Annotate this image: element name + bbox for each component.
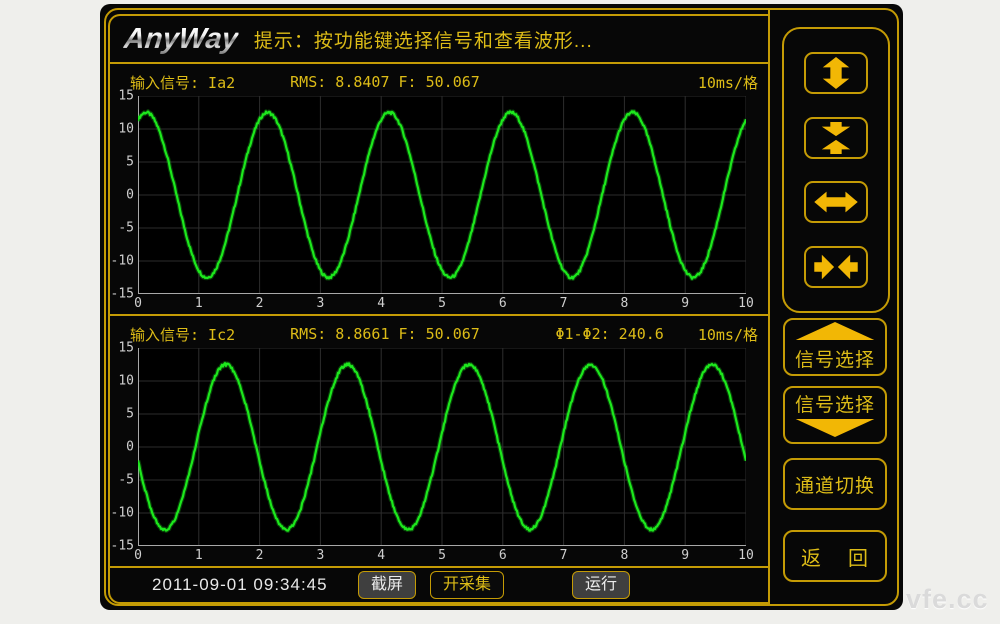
- expand-vertical-button[interactable]: [804, 52, 868, 94]
- waveform-chart-1: [138, 96, 746, 294]
- waveform-1-plot-row: 151050-5-10-15: [110, 96, 768, 294]
- zoom-button-group: [782, 27, 890, 313]
- channel-switch-button[interactable]: 通道切换: [783, 458, 887, 510]
- phase-readout: Φ1-Φ2: 240.6: [555, 325, 663, 343]
- start-acquire-button[interactable]: 开采集: [430, 571, 504, 599]
- run-button[interactable]: 运行: [572, 571, 630, 599]
- triangle-up-icon: [790, 322, 880, 343]
- signal-select-up-button[interactable]: 信号选择: [783, 318, 887, 376]
- waveform-chart-2: [138, 348, 746, 546]
- collapse-vertical-icon: [813, 121, 859, 155]
- status-bar: 2011-09-01 09:34:45 截屏 开采集 运行: [110, 568, 768, 602]
- rms-frequency-readout: RMS: 8.8661 F: 50.067: [290, 325, 480, 343]
- return-button[interactable]: 返 回: [783, 530, 887, 582]
- signal-name: 输入信号: Ia2: [130, 72, 235, 93]
- signal-select-label: 信号选择: [795, 390, 875, 417]
- collapse-horizontal-button[interactable]: [804, 246, 868, 288]
- screenshot-button[interactable]: 截屏: [358, 571, 416, 599]
- signal-select-label: 信号选择: [795, 345, 875, 372]
- collapse-vertical-button[interactable]: [804, 117, 868, 159]
- return-label-right: 回: [848, 542, 869, 571]
- return-label-left: 返: [801, 542, 822, 571]
- signal-select-down-button[interactable]: 信号选择: [783, 386, 887, 444]
- waveform-2-plot-row: 151050-5-10-15: [110, 348, 768, 546]
- x-axis-labels: 012345678910: [138, 294, 746, 314]
- title-bar: AnyWay 提示：按功能键选择信号和查看波形...: [110, 16, 768, 64]
- triangle-down-icon: [790, 419, 880, 440]
- waveform-panel-1: 输入信号: Ia2 RMS: 8.8407 F: 50.067 10ms/格 1…: [110, 64, 768, 316]
- expand-horizontal-button[interactable]: [804, 181, 868, 223]
- anyway-logo: AnyWay: [122, 23, 239, 56]
- signal-name: 输入信号: Ic2: [130, 324, 235, 345]
- analyzer-screen: AnyWay 提示：按功能键选择信号和查看波形... 输入信号: Ia2 RMS…: [100, 4, 903, 610]
- rms-frequency-readout: RMS: 8.8407 F: 50.067: [290, 73, 480, 91]
- waveform-2-info-row: 输入信号: Ic2 RMS: 8.8661 F: 50.067 Φ1-Φ2: 2…: [110, 316, 768, 348]
- hint-message: 提示：按功能键选择信号和查看波形...: [254, 26, 593, 53]
- timestamp: 2011-09-01 09:34:45: [152, 575, 328, 595]
- waveform-panel-2: 输入信号: Ic2 RMS: 8.8661 F: 50.067 Φ1-Φ2: 2…: [110, 316, 768, 568]
- collapse-horizontal-icon: [813, 250, 859, 284]
- channel-switch-label: 通道切换: [795, 471, 875, 498]
- expand-horizontal-icon: [813, 185, 859, 219]
- expand-vertical-icon: [813, 56, 859, 90]
- timebase-readout: 10ms/格: [698, 324, 758, 345]
- timebase-readout: 10ms/格: [698, 72, 758, 93]
- y-axis-labels: 151050-5-10-15: [110, 348, 138, 546]
- sidebar: 信号选择 信号选择 通道切换 返 回: [770, 4, 903, 610]
- waveform-1-info-row: 输入信号: Ia2 RMS: 8.8407 F: 50.067 10ms/格: [110, 64, 768, 96]
- main-panel: AnyWay 提示：按功能键选择信号和查看波形... 输入信号: Ia2 RMS…: [108, 14, 768, 604]
- x-axis-labels: 012345678910: [138, 546, 746, 566]
- vfe-watermark: vfe.cc: [906, 584, 989, 615]
- y-axis-labels: 151050-5-10-15: [110, 96, 138, 294]
